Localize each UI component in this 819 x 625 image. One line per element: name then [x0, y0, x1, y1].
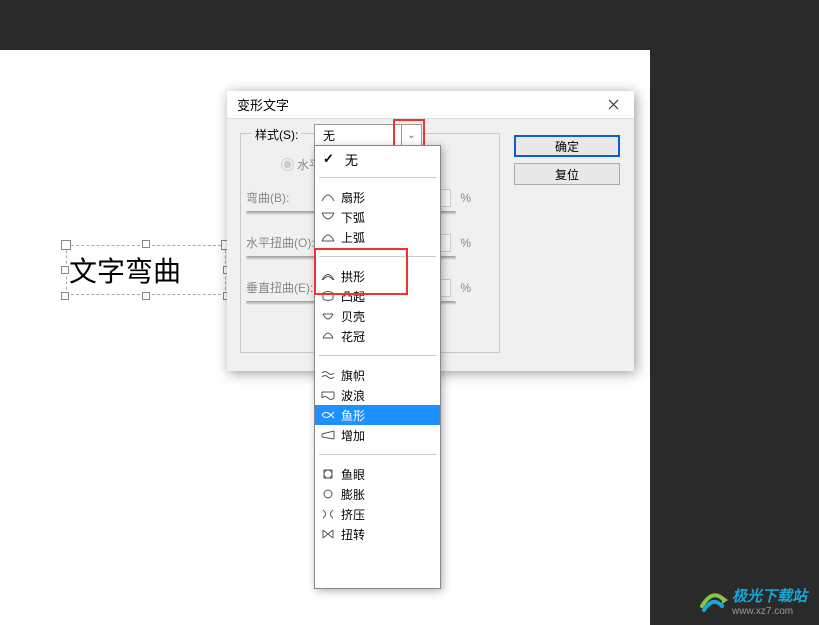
- dropdown-item-rise[interactable]: 增加: [315, 425, 440, 445]
- dropdown-group: 鱼眼 膨胀 挤压 扭转: [315, 460, 440, 548]
- dropdown-item-inflate[interactable]: 膨胀: [315, 484, 440, 504]
- dropdown-group: 扇形 下弧 上弧: [315, 183, 440, 251]
- arch-icon: [321, 270, 335, 282]
- inflate-icon: [321, 488, 335, 500]
- fisheye-icon: [321, 468, 335, 480]
- percent-label: %: [460, 191, 471, 205]
- wave-icon: [321, 389, 335, 401]
- shell-lower-icon: [321, 310, 335, 322]
- watermark-title: 极光下载站: [732, 585, 807, 606]
- arc-lower-icon: [321, 211, 335, 223]
- dropdown-item-none[interactable]: ✓ 无: [315, 146, 440, 172]
- dropdown-item-label: 增加: [341, 427, 365, 444]
- handle[interactable]: [61, 292, 69, 300]
- reset-button-label: 复位: [555, 166, 579, 183]
- app-chrome: [0, 0, 819, 8]
- rise-icon: [321, 429, 335, 441]
- hdist-label: 水平扭曲(O):: [246, 234, 315, 251]
- handle[interactable]: [142, 240, 150, 248]
- dropdown-item-label: 拱形: [341, 268, 365, 285]
- text-layer-bounding-box[interactable]: 文字弯曲: [66, 245, 226, 295]
- watermark-logo-icon: [698, 586, 728, 616]
- dropdown-item-label: 波浪: [341, 387, 365, 404]
- flag-icon: [321, 369, 335, 381]
- divider: [319, 355, 436, 356]
- dropdown-item-bulge[interactable]: 凸起: [315, 286, 440, 306]
- arc-upper-icon: [321, 231, 335, 243]
- arc-icon: [321, 191, 335, 203]
- divider: [319, 256, 436, 257]
- dropdown-item-label: 无: [345, 150, 358, 169]
- dropdown-item-shell-lower[interactable]: 贝壳: [315, 306, 440, 326]
- dropdown-item-flag[interactable]: 旗帜: [315, 365, 440, 385]
- percent-label: %: [460, 236, 471, 250]
- dropdown-item-label: 花冠: [341, 328, 365, 345]
- dropdown-item-fisheye[interactable]: 鱼眼: [315, 464, 440, 484]
- dropdown-item-label: 鱼形: [341, 407, 365, 424]
- text-layer-content[interactable]: 文字弯曲: [67, 246, 225, 290]
- dropdown-group: 旗帜 波浪 鱼形 增加: [315, 361, 440, 449]
- dropdown-item-label: 上弧: [341, 229, 365, 246]
- dropdown-group: 拱形 凸起 贝壳 花冠: [315, 262, 440, 350]
- watermark-url: www.xz7.com: [732, 606, 807, 617]
- close-icon: [608, 99, 619, 110]
- close-button[interactable]: [592, 91, 634, 119]
- handle[interactable]: [61, 266, 69, 274]
- divider: [319, 177, 436, 178]
- dropdown-item-label: 挤压: [341, 506, 365, 523]
- dropdown-item-label: 贝壳: [341, 308, 365, 325]
- dropdown-item-label: 旗帜: [341, 367, 365, 384]
- dropdown-item-twist[interactable]: 扭转: [315, 524, 440, 544]
- dropdown-item-arch[interactable]: 拱形: [315, 266, 440, 286]
- bend-label: 弯曲(B):: [246, 189, 289, 206]
- dropdown-item-wave[interactable]: 波浪: [315, 385, 440, 405]
- dropdown-item-arc[interactable]: 扇形: [315, 187, 440, 207]
- dropdown-item-label: 鱼眼: [341, 466, 365, 483]
- dropdown-item-label: 膨胀: [341, 486, 365, 503]
- style-dropdown-menu[interactable]: ✓ 无 扇形 下弧 上弧 拱形 凸起 贝壳: [314, 145, 441, 589]
- watermark: 极光下载站 www.xz7.com: [698, 585, 807, 617]
- dropdown-item-label: 扇形: [341, 189, 365, 206]
- reset-button[interactable]: 复位: [514, 163, 620, 185]
- shell-upper-icon: [321, 330, 335, 342]
- twist-icon: [321, 528, 335, 540]
- divider: [319, 454, 436, 455]
- chevron-down-icon[interactable]: ⌄: [401, 125, 421, 145]
- dropdown-item-label: 凸起: [341, 288, 365, 305]
- fish-icon: [321, 409, 335, 421]
- dropdown-item-label: 下弧: [341, 209, 365, 226]
- vdist-label: 垂直扭曲(E):: [246, 279, 313, 296]
- radio-input[interactable]: [281, 158, 294, 171]
- dropdown-item-arc-upper[interactable]: 上弧: [315, 227, 440, 247]
- dialog-title: 变形文字: [237, 95, 289, 114]
- dropdown-item-label: 扭转: [341, 526, 365, 543]
- style-dropdown[interactable]: 无 ⌄: [314, 124, 422, 146]
- bulge-icon: [321, 290, 335, 302]
- ok-button[interactable]: 确定: [514, 135, 620, 157]
- style-dropdown-value: 无: [323, 127, 335, 144]
- handle[interactable]: [142, 292, 150, 300]
- dropdown-item-arc-lower[interactable]: 下弧: [315, 207, 440, 227]
- ok-button-label: 确定: [555, 138, 579, 155]
- style-label: 样式(S):: [252, 126, 301, 143]
- squeeze-icon: [321, 508, 335, 520]
- dropdown-item-fish[interactable]: 鱼形: [315, 405, 440, 425]
- dialog-titlebar[interactable]: 变形文字: [227, 91, 634, 119]
- check-icon: ✓: [323, 151, 334, 167]
- dropdown-item-squeeze[interactable]: 挤压: [315, 504, 440, 524]
- percent-label: %: [460, 281, 471, 295]
- watermark-text: 极光下载站 www.xz7.com: [732, 585, 807, 617]
- dropdown-item-shell-upper[interactable]: 花冠: [315, 326, 440, 346]
